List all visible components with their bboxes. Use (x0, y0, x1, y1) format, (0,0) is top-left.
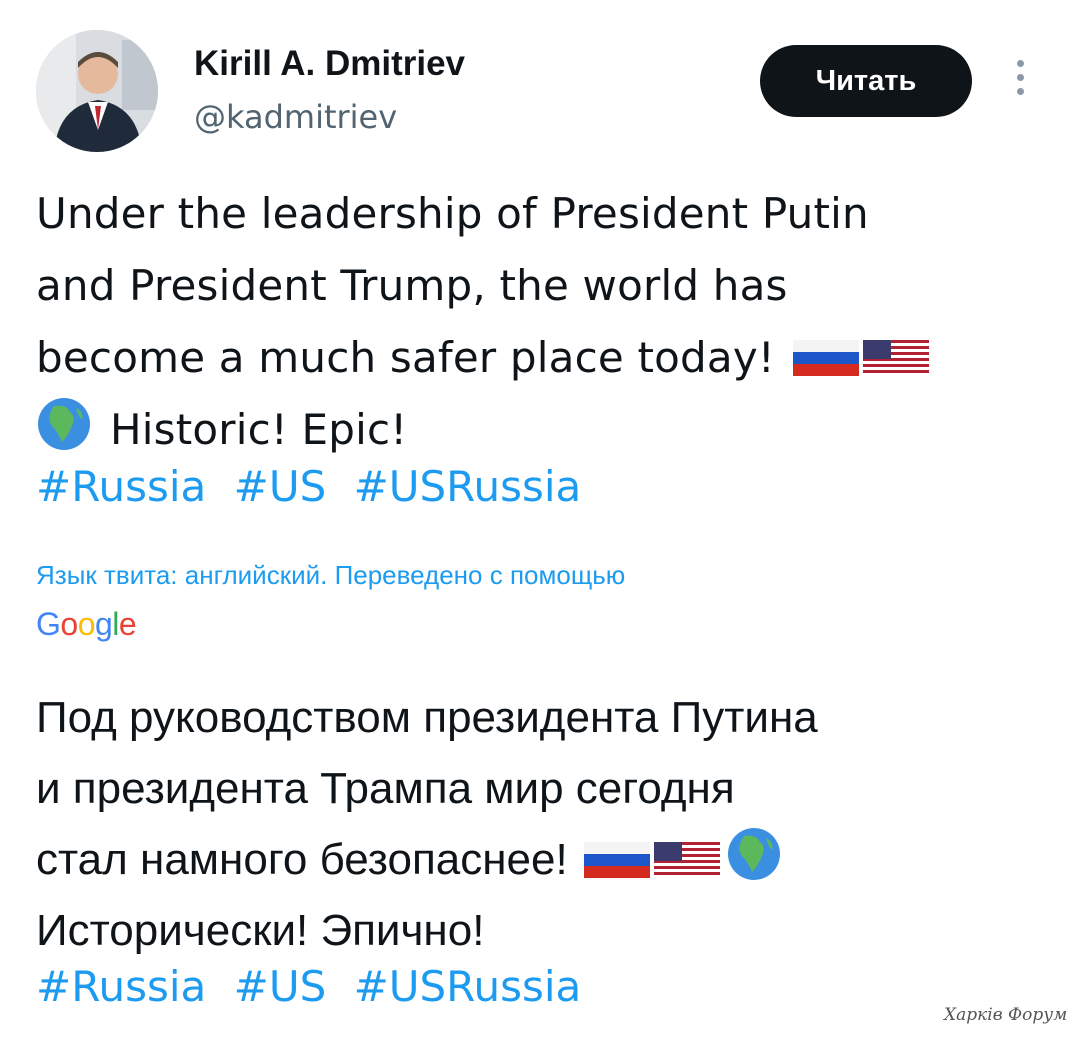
tweet-line: Under the leadership of President Putin (36, 189, 869, 238)
avatar[interactable] (36, 30, 158, 152)
hashtag-link[interactable]: #Russia (36, 462, 206, 511)
hashtag-link[interactable]: #USRussia (354, 462, 582, 511)
russia-flag-icon (792, 340, 859, 376)
globe-africa-icon (727, 828, 780, 880)
russia-flag-icon (583, 842, 650, 878)
usa-flag-icon (862, 340, 929, 376)
tweet-header: Kirill A. Dmitriev @kadmitriev Читать (36, 30, 1046, 160)
follow-button[interactable]: Читать (760, 45, 972, 117)
google-logo[interactable]: Google (36, 606, 137, 643)
more-vertical-icon[interactable] (1006, 60, 1034, 104)
hashtag-link[interactable]: #US (234, 962, 327, 1011)
avatar-photo (36, 30, 158, 152)
tweet-body: Under the leadership of President Putin … (36, 178, 1046, 466)
translated-line: Под руководством президента Путина (36, 693, 818, 742)
tweet-line: become a much safer place today! (36, 333, 775, 382)
translated-hashtags: #Russia #US #USRussia (36, 962, 595, 1011)
hashtag-link[interactable]: #USRussia (354, 962, 582, 1011)
translated-line: стал намного безопаснее! (36, 835, 568, 884)
tweet-line: and President Trump, the world has (36, 261, 788, 310)
globe-africa-icon (38, 398, 90, 450)
usa-flag-icon (653, 842, 720, 878)
author-handle[interactable]: @kadmitriev (194, 98, 397, 136)
hashtag-link[interactable]: #Russia (36, 962, 206, 1011)
translated-tweet-body: Под руководством президента Путина и пре… (36, 682, 1046, 966)
tweet-line: Historic! Epic! (110, 405, 408, 454)
hashtag-link[interactable]: #US (234, 462, 327, 511)
translation-note[interactable]: Язык твита: английский. Переведено с пом… (36, 560, 625, 591)
tweet-hashtags: #Russia #US #USRussia (36, 462, 595, 511)
watermark: Харків Форум (944, 1005, 1068, 1025)
author-display-name[interactable]: Kirill A. Dmitriev (194, 44, 465, 84)
translated-line: и президента Трампа мир сегодня (36, 764, 735, 813)
translated-line: Исторически! Эпично! (36, 906, 485, 955)
